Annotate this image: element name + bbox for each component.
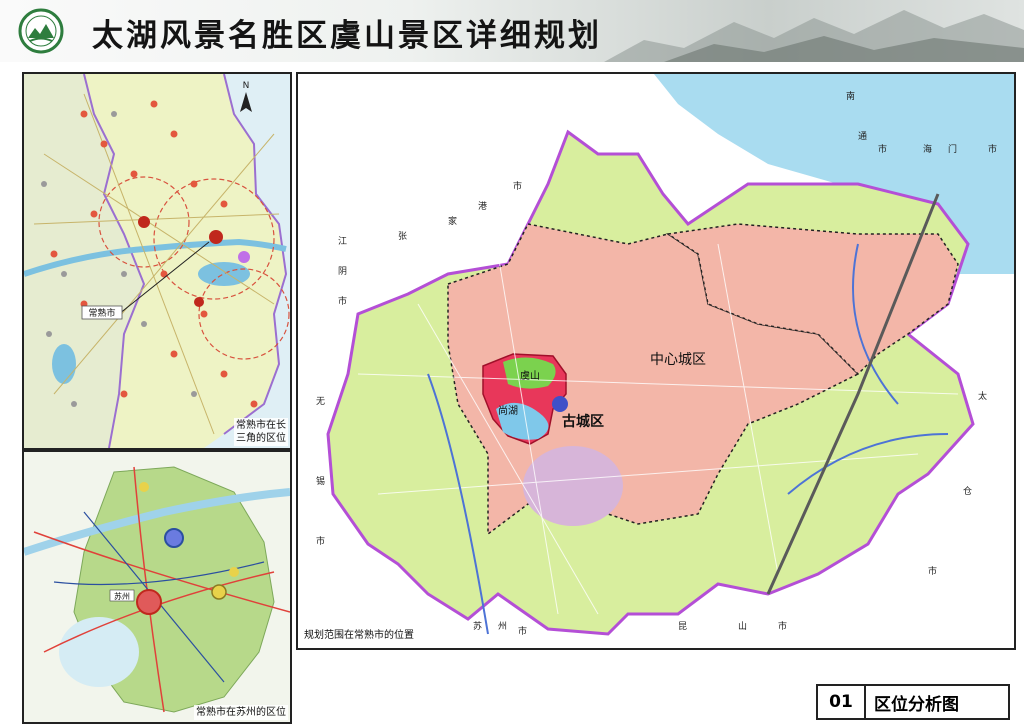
svg-text:市: 市 (928, 565, 937, 577)
suzhou-region-map: 苏州 常熟市在苏州的区位 (22, 450, 292, 724)
logo-icon (18, 8, 64, 54)
svg-text:家: 家 (448, 215, 457, 227)
svg-text:苏: 苏 (473, 620, 482, 632)
svg-text:南: 南 (846, 90, 855, 102)
svg-text:市: 市 (513, 180, 522, 192)
svg-text:无: 无 (316, 396, 325, 407)
svg-text:锡: 锡 (316, 476, 325, 487)
mountain-label: 虞山 (520, 369, 540, 382)
svg-text:市: 市 (988, 143, 997, 155)
header-landscape (604, 10, 1024, 62)
svg-text:山: 山 (738, 621, 747, 632)
main-map-caption: 规划范围在常熟市的位置 (304, 630, 414, 641)
callout-label: 常熟市 (88, 307, 115, 319)
svg-text:阴: 阴 (338, 266, 347, 277)
suzhou-city-label: 苏州 (114, 591, 130, 601)
main-planning-map: 江 阴 市 张 家 港 市 南 通 市 海 门 市 太 仓 市 昆 山 市 苏 … (296, 72, 1016, 650)
svg-text:昆: 昆 (678, 621, 687, 632)
svg-text:张: 张 (398, 231, 407, 242)
delta-caption-line2: 三角的区位 (236, 433, 286, 444)
figure-title: 区位分析图 (874, 694, 959, 715)
figure-number: 01 (818, 686, 866, 718)
svg-text:州: 州 (498, 621, 507, 632)
central-zone-label: 中心城区 (650, 352, 706, 368)
suzhou-map-graphic: 苏州 (24, 466, 290, 713)
figure-label: 01 区位分析图 (816, 684, 1010, 720)
svg-text:市: 市 (518, 625, 527, 637)
header-banner: 太湖风景名胜区虞山景区详细规划 (0, 0, 1024, 62)
svg-text:通: 通 (858, 131, 867, 142)
svg-text:市: 市 (778, 620, 787, 632)
old-town-marker (552, 396, 568, 412)
svg-text:市: 市 (338, 295, 347, 307)
svg-text:门: 门 (948, 143, 957, 155)
svg-text:N: N (243, 81, 250, 91)
svg-text:市: 市 (878, 143, 887, 155)
lake-label: 尚湖 (498, 404, 518, 417)
svg-text:太: 太 (978, 390, 987, 402)
page-title: 太湖风景名胜区虞山景区详细规划 (92, 18, 602, 54)
delta-map-caption: 常熟市在长 三角的区位 (234, 418, 288, 446)
svg-text:市: 市 (316, 535, 325, 547)
old-town-label: 古城区 (562, 413, 604, 430)
delta-region-map: 常熟市 N 常熟市在长 三角的区位 (22, 72, 292, 450)
svg-text:江: 江 (338, 236, 347, 247)
svg-text:海: 海 (923, 143, 932, 155)
delta-caption-line1: 常熟市在长 (236, 420, 286, 431)
north-arrow-icon: N (240, 81, 252, 112)
svg-text:港: 港 (478, 200, 487, 212)
main-map-graphic: 江 阴 市 张 家 港 市 南 通 市 海 门 市 太 仓 市 昆 山 市 苏 … (316, 74, 1014, 637)
svg-text:仓: 仓 (963, 485, 972, 497)
suzhou-map-caption: 常熟市在苏州的区位 (194, 705, 288, 720)
south-lake-zone (523, 446, 623, 526)
delta-map-graphic: 常熟市 N (24, 74, 290, 448)
